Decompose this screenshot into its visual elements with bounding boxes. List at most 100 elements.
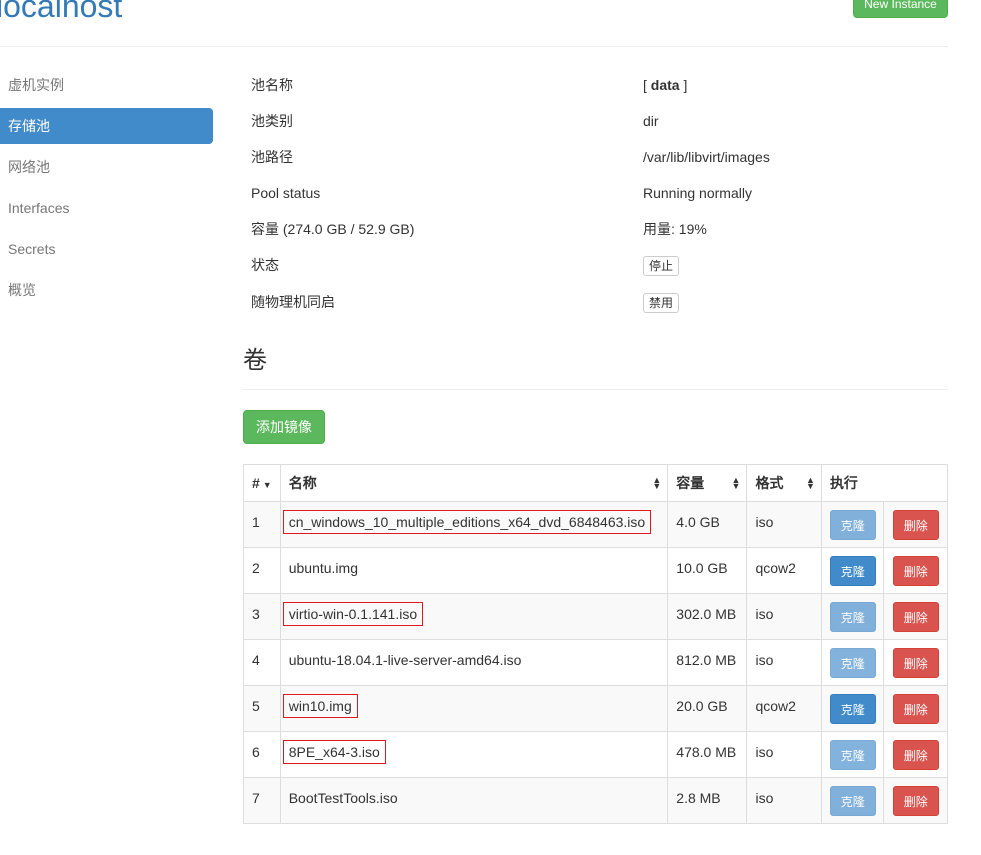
sort-desc-icon: ▼ — [262, 480, 272, 490]
pool-name-prefix: [ — [643, 77, 651, 93]
row-num: 1 — [243, 501, 281, 548]
clone-button[interactable]: 克隆 — [829, 647, 876, 678]
pool-usage-value: 用量: 19% — [643, 221, 707, 237]
row-name-cell: virtio-win-0.1.141.iso — [279, 593, 669, 640]
clone-button[interactable]: 克隆 — [829, 693, 876, 724]
delete-button[interactable]: 删除 — [892, 601, 939, 632]
pool-status-value: Running normally — [643, 185, 752, 201]
column-header-action-label: 执行 — [829, 475, 858, 491]
column-header-action: 执行 — [820, 464, 949, 502]
table-row: 6 8PE_x64-3.iso 478.0 MB iso 克隆 删除 — [243, 731, 948, 778]
table-header-row: # ▼ 名称 ▲ ▼ 容量 ▲ ▼ 格式 ▲ ▼ 执行 — [243, 464, 949, 502]
pool-status-row: Pool status Running normally — [251, 183, 951, 203]
sidebar-item-overview[interactable]: 概览 — [0, 272, 213, 308]
row-num: 4 — [243, 639, 281, 686]
pool-status-label: Pool status — [251, 185, 321, 201]
pool-type-label: 池类别 — [251, 113, 293, 129]
row-delete-cell: 删除 — [883, 731, 948, 778]
volume-name: virtio-win-0.1.141.iso — [282, 602, 424, 626]
row-clone-cell: 克隆 — [820, 547, 885, 594]
table-row: 2 ubuntu.img 10.0 GB qcow2 克隆 删除 — [243, 547, 948, 594]
column-header-format[interactable]: 格式 ▲ ▼ — [746, 464, 822, 502]
row-format: qcow2 — [746, 685, 822, 732]
sidebar-item-secrets[interactable]: Secrets — [0, 231, 213, 267]
page-title: localhost — [0, 0, 123, 24]
volumes-table: # ▼ 名称 ▲ ▼ 容量 ▲ ▼ 格式 ▲ ▼ 执行 1 cn_windows_10_mult… — [243, 464, 949, 824]
header-divider — [0, 46, 948, 47]
row-delete-cell: 删除 — [883, 547, 948, 594]
column-header-size[interactable]: 容量 ▲ ▼ — [667, 464, 748, 502]
pool-state-label: 状态 — [251, 257, 279, 273]
pool-name-suffix: ] — [679, 77, 688, 93]
row-format: iso — [746, 731, 822, 778]
sidebar-item-storage[interactable]: 存储池 — [0, 108, 213, 144]
row-delete-cell: 删除 — [883, 639, 948, 686]
delete-button[interactable]: 删除 — [892, 555, 939, 586]
row-size: 2.8 MB — [667, 777, 748, 824]
sort-icon: ▲ ▼ — [731, 475, 741, 491]
volume-name: ubuntu-18.04.1-live-server-amd64.iso — [288, 652, 522, 668]
pool-autostart-row: 随物理机同启 禁用 — [251, 292, 951, 313]
row-clone-cell: 克隆 — [820, 501, 885, 548]
table-row: 3 virtio-win-0.1.141.iso 302.0 MB iso 克隆 删除 — [243, 593, 948, 640]
clone-button[interactable]: 克隆 — [829, 601, 876, 632]
row-name-cell: ubuntu-18.04.1-live-server-amd64.iso — [279, 639, 669, 686]
pool-name-row: 池名称 [ data ] — [251, 75, 951, 95]
pool-state-row: 状态 停止 — [251, 255, 951, 276]
pool-path-value: /var/lib/libvirt/images — [643, 149, 770, 165]
clone-button[interactable]: 克隆 — [829, 739, 876, 770]
disable-autostart-button[interactable]: 禁用 — [643, 293, 680, 313]
row-delete-cell: 删除 — [883, 777, 948, 824]
delete-button[interactable]: 删除 — [892, 509, 939, 540]
volume-name: ubuntu.img — [288, 560, 358, 576]
column-header-name[interactable]: 名称 ▲ ▼ — [279, 464, 669, 502]
row-num: 5 — [243, 685, 281, 732]
pool-name-label: 池名称 — [251, 77, 293, 93]
new-instance-button[interactable]: New Instance — [853, 0, 948, 18]
pool-type-value: dir — [643, 113, 659, 129]
row-format: iso — [746, 501, 822, 548]
sidebar-item-networks[interactable]: 网络池 — [0, 149, 213, 185]
clone-button[interactable]: 克隆 — [829, 785, 876, 816]
row-clone-cell: 克隆 — [820, 731, 885, 778]
volume-name: BootTestTools.iso — [288, 790, 398, 806]
column-header-name-label: 名称 — [288, 475, 317, 491]
row-clone-cell: 克隆 — [820, 639, 885, 686]
pool-autostart-label: 随物理机同启 — [251, 294, 335, 310]
sidebar-item-instances[interactable]: 虚机实例 — [0, 67, 213, 103]
sidebar: 虚机实例 存储池 网络池 Interfaces Secrets 概览 — [0, 67, 213, 313]
row-delete-cell: 删除 — [883, 685, 948, 732]
sidebar-item-interfaces[interactable]: Interfaces — [0, 190, 213, 226]
column-header-num-label: # — [252, 475, 260, 491]
row-format: qcow2 — [746, 547, 822, 594]
delete-button[interactable]: 删除 — [892, 739, 939, 770]
row-clone-cell: 克隆 — [820, 593, 885, 640]
delete-button[interactable]: 删除 — [892, 785, 939, 816]
row-name-cell: ubuntu.img — [279, 547, 669, 594]
row-format: iso — [746, 593, 822, 640]
table-row: 1 cn_windows_10_multiple_editions_x64_dvd… — [243, 501, 948, 548]
row-num: 7 — [243, 777, 281, 824]
row-size: 10.0 GB — [667, 547, 748, 594]
sort-icon: ▲ ▼ — [652, 475, 662, 491]
row-size: 478.0 MB — [667, 731, 748, 778]
volumes-heading: 卷 — [243, 347, 267, 374]
stop-pool-button[interactable]: 停止 — [643, 256, 680, 276]
clone-button[interactable]: 克隆 — [829, 555, 876, 586]
volume-name: cn_windows_10_multiple_editions_x64_dvd_… — [282, 510, 652, 534]
volumes-divider — [243, 389, 948, 390]
add-image-button[interactable]: 添加镜像 — [243, 410, 325, 444]
table-row: 7 BootTestTools.iso 2.8 MB iso 克隆 删除 — [243, 777, 948, 824]
column-header-num[interactable]: # ▼ — [243, 464, 281, 502]
row-size: 302.0 MB — [667, 593, 748, 640]
row-name-cell: cn_windows_10_multiple_editions_x64_dvd_… — [279, 501, 669, 548]
clone-button[interactable]: 克隆 — [829, 509, 876, 540]
row-clone-cell: 克隆 — [820, 777, 885, 824]
delete-button[interactable]: 删除 — [892, 693, 939, 724]
row-clone-cell: 克隆 — [820, 685, 885, 732]
row-size: 20.0 GB — [667, 685, 748, 732]
delete-button[interactable]: 删除 — [892, 647, 939, 678]
pool-name-text: data — [650, 77, 680, 93]
sort-icon: ▲ ▼ — [806, 475, 815, 491]
row-size: 812.0 MB — [667, 639, 748, 686]
